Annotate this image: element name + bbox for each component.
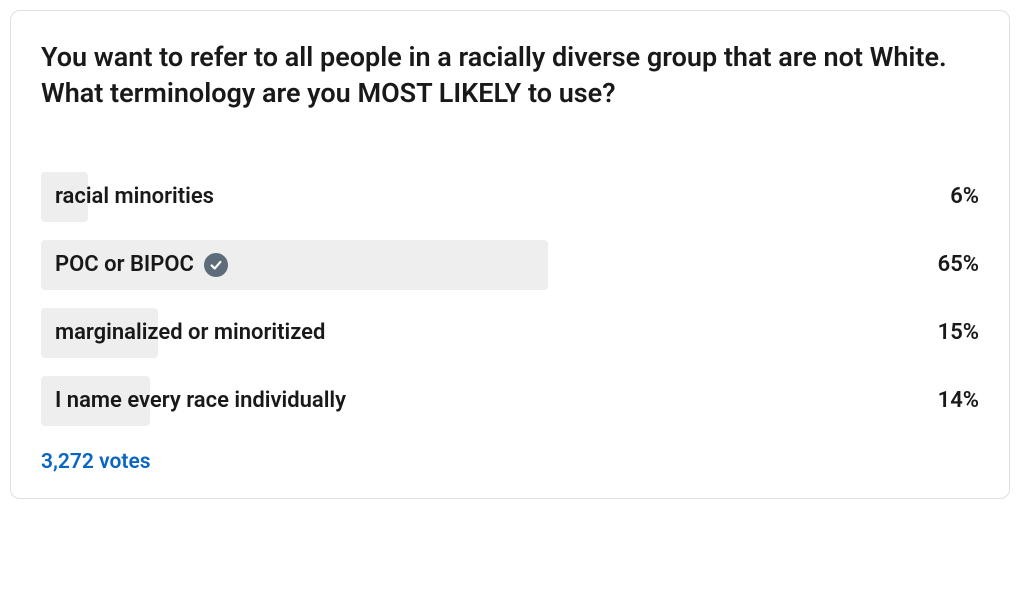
poll-option[interactable]: I name every race individually 14% (41, 376, 979, 426)
poll-option[interactable]: racial minorities 6% (41, 172, 979, 222)
poll-card: You want to refer to all people in a rac… (10, 10, 1010, 499)
vote-count-link[interactable]: 3,272 votes (41, 450, 151, 474)
option-label-text: marginalized or minoritized (55, 320, 325, 345)
poll-question: You want to refer to all people in a rac… (41, 39, 979, 112)
option-label: I name every race individually (55, 388, 346, 413)
poll-option[interactable]: POC or BIPOC 65% (41, 240, 979, 290)
option-label-text: I name every race individually (55, 388, 346, 413)
option-label: POC or BIPOC (55, 252, 228, 277)
option-label: marginalized or minoritized (55, 320, 325, 345)
option-label-text: POC or BIPOC (55, 252, 194, 277)
poll-options: racial minorities 6% POC or BIPOC 65% ma… (41, 172, 979, 426)
option-label: racial minorities (55, 184, 214, 209)
your-vote-check-icon (204, 253, 228, 277)
option-percentage: 15% (938, 320, 979, 345)
poll-option[interactable]: marginalized or minoritized 15% (41, 308, 979, 358)
option-percentage: 65% (938, 252, 979, 277)
option-label-text: racial minorities (55, 184, 214, 209)
option-percentage: 6% (950, 184, 979, 209)
option-percentage: 14% (938, 388, 979, 413)
